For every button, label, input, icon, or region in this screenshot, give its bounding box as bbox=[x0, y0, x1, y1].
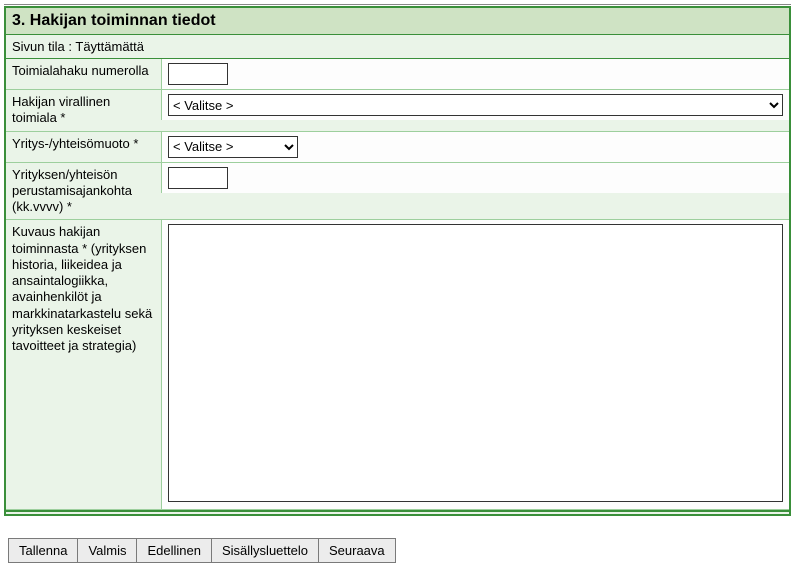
input-toimialahaku[interactable] bbox=[168, 63, 228, 85]
sisallysluettelo-button[interactable]: Sisällysluettelo bbox=[211, 538, 319, 563]
top-divider bbox=[4, 4, 791, 5]
page-status-value: Täyttämättä bbox=[75, 39, 144, 54]
valmis-button[interactable]: Valmis bbox=[77, 538, 137, 563]
row-toimialahaku: Toimialahaku numerolla bbox=[6, 59, 789, 90]
row-yritysmuoto: Yritys-/yhteisömuoto * < Valitse > bbox=[6, 132, 789, 163]
label-kuvaus: Kuvaus hakijan toiminnasta * (yrityksen … bbox=[6, 220, 161, 358]
page-status-label: Sivun tila : bbox=[12, 39, 72, 54]
row-virallinen-toimiala: Hakijan virallinen toimiala * < Valitse … bbox=[6, 90, 789, 132]
select-virallinen-toimiala[interactable]: < Valitse > bbox=[168, 94, 783, 116]
page-status-row: Sivun tila : Täyttämättä bbox=[6, 35, 789, 59]
label-yritysmuoto: Yritys-/yhteisömuoto * bbox=[6, 132, 161, 156]
label-perustamisaika: Yrityksen/yhteisön perustamisajankohta (… bbox=[6, 163, 161, 220]
button-row: Tallenna Valmis Edellinen Sisällysluette… bbox=[4, 538, 791, 563]
seuraava-button[interactable]: Seuraava bbox=[318, 538, 396, 563]
edellinen-button[interactable]: Edellinen bbox=[136, 538, 212, 563]
row-kuvaus: Kuvaus hakijan toiminnasta * (yrityksen … bbox=[6, 220, 789, 510]
form-panel: 3. Hakijan toiminnan tiedot Sivun tila :… bbox=[4, 6, 791, 516]
textarea-kuvaus[interactable] bbox=[168, 224, 783, 502]
select-yritysmuoto[interactable]: < Valitse > bbox=[168, 136, 298, 158]
row-perustamisaika: Yrityksen/yhteisön perustamisajankohta (… bbox=[6, 163, 789, 221]
tallenna-button[interactable]: Tallenna bbox=[8, 538, 78, 563]
input-perustamisaika[interactable] bbox=[168, 167, 228, 189]
panel-bottom-border bbox=[6, 510, 789, 514]
label-toimialahaku: Toimialahaku numerolla bbox=[6, 59, 161, 83]
section-title: 3. Hakijan toiminnan tiedot bbox=[6, 8, 789, 35]
label-virallinen-toimiala: Hakijan virallinen toimiala * bbox=[6, 90, 161, 131]
